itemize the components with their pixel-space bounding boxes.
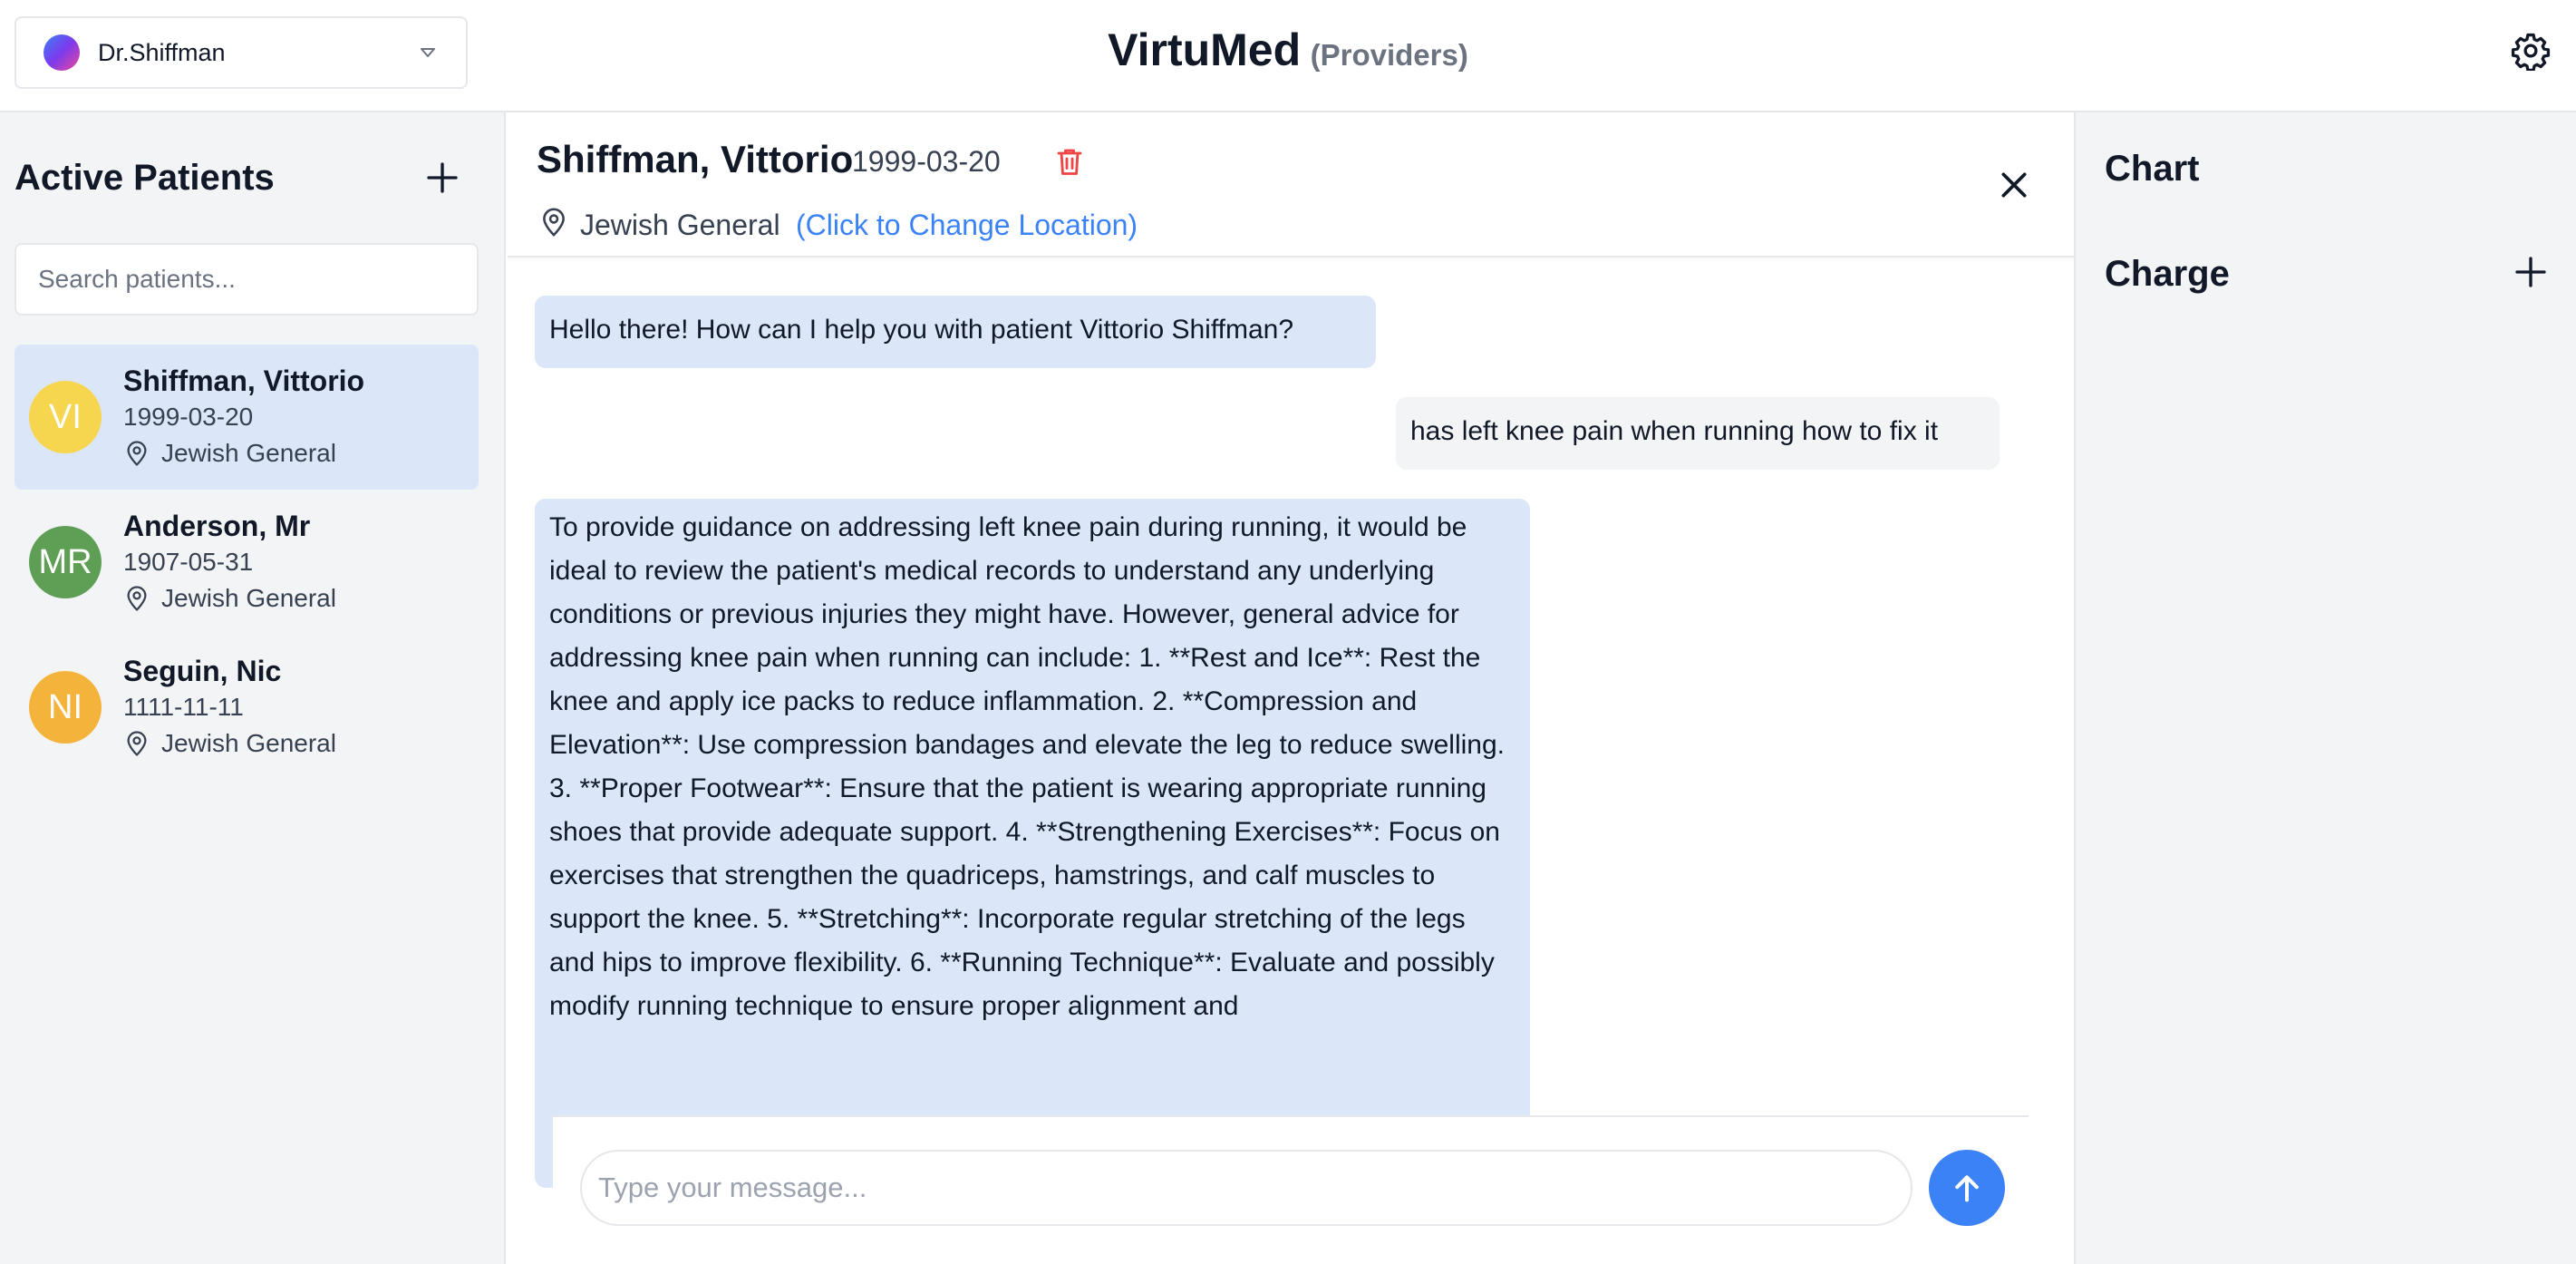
send-button[interactable] — [1929, 1150, 2005, 1226]
patient-item-shiffman[interactable]: VI Shiffman, Vittorio 1999-03-20 Jewish … — [15, 345, 479, 490]
change-location-link[interactable]: (Click to Change Location) — [796, 209, 1138, 242]
user-selector[interactable]: Dr.Shiffman — [15, 16, 468, 89]
app-title: VirtuMed — [1108, 24, 1302, 75]
patient-location-text: Jewish General — [161, 584, 336, 612]
patient-dob: 1999-03-20 — [123, 403, 254, 431]
location-pin-icon — [543, 208, 565, 237]
top-header: Dr.Shiffman VirtuMed (Providers) — [0, 0, 2576, 112]
settings-button[interactable] — [2509, 29, 2552, 73]
plus-icon — [2515, 257, 2546, 287]
patient-header-dob: 1999-03-20 — [852, 145, 1001, 178]
patient-location: Jewish General — [123, 435, 364, 472]
patient-info: Seguin, Nic 1111-11-11 Jewish General — [123, 653, 336, 762]
patient-avatar: NI — [29, 671, 102, 744]
patient-name: Anderson, Mr — [123, 510, 311, 542]
patient-location: Jewish General — [123, 580, 336, 617]
assistant-message: Hello there! How can I help you with pat… — [535, 296, 1376, 368]
patient-location-text: Jewish General — [161, 439, 336, 467]
patient-name: Shiffman, Vittorio — [123, 365, 365, 397]
app-subtitle: (Providers) — [1310, 38, 1468, 72]
location-pin-icon — [127, 586, 147, 611]
trash-icon — [1057, 149, 1082, 175]
arrow-up-icon — [1955, 1175, 1979, 1202]
charge-section-title: Charge — [2105, 254, 2230, 294]
gear-icon — [2511, 33, 2551, 71]
chat-panel: Shiffman, Vittorio 1999-03-20 Jewish Gen… — [508, 112, 2074, 1264]
composer-bar — [553, 1115, 2029, 1264]
patient-header: Shiffman, Vittorio 1999-03-20 Jewish Gen… — [508, 112, 2074, 258]
search-patients-input[interactable] — [15, 243, 479, 316]
patient-name: Seguin, Nic — [123, 655, 282, 687]
patient-dob: 1111-11-11 — [123, 693, 244, 721]
location-pin-icon — [127, 731, 147, 756]
patient-avatar: VI — [29, 381, 102, 453]
location-pin-icon — [127, 441, 147, 466]
chart-charge-panel: Chart Charge — [2074, 112, 2576, 1264]
patient-info: Anderson, Mr 1907-05-31 Jewish General — [123, 508, 336, 617]
patient-item-anderson[interactable]: MR Anderson, Mr 1907-05-31 Jewish Genera… — [15, 490, 479, 635]
patient-item-seguin[interactable]: NI Seguin, Nic 1111-11-11 Jewish General — [15, 635, 479, 780]
patient-dob: 1907-05-31 — [123, 548, 254, 576]
assistant-message: To provide guidance on addressing left k… — [535, 499, 1530, 1188]
chart-section-title[interactable]: Chart — [2105, 149, 2199, 190]
user-avatar-dot — [44, 34, 80, 71]
message-input[interactable] — [580, 1150, 1913, 1226]
caret-down-icon — [421, 48, 435, 57]
add-patient-button[interactable] — [422, 158, 462, 198]
user-name: Dr.Shiffman — [98, 38, 226, 66]
patient-avatar: MR — [29, 526, 102, 598]
close-chat-button[interactable] — [1989, 160, 2039, 210]
plus-icon — [427, 162, 458, 193]
patient-location-text: Jewish General — [161, 729, 336, 757]
patient-header-name: Shiffman, Vittorio — [537, 138, 854, 180]
user-message: has left knee pain when running how to f… — [1396, 397, 2000, 470]
delete-patient-button[interactable] — [1050, 140, 1089, 183]
close-icon — [2001, 172, 2027, 198]
patient-info: Shiffman, Vittorio 1999-03-20 Jewish Gen… — [123, 363, 364, 472]
add-charge-button[interactable] — [2511, 252, 2551, 292]
sidebar-title: Active Patients — [15, 158, 275, 198]
patients-sidebar: Active Patients VI Shiffman, Vittorio 19… — [0, 112, 506, 1264]
patient-header-location: Jewish General — [580, 209, 780, 241]
patient-location: Jewish General — [123, 725, 336, 762]
patient-list: VI Shiffman, Vittorio 1999-03-20 Jewish … — [15, 345, 479, 780]
